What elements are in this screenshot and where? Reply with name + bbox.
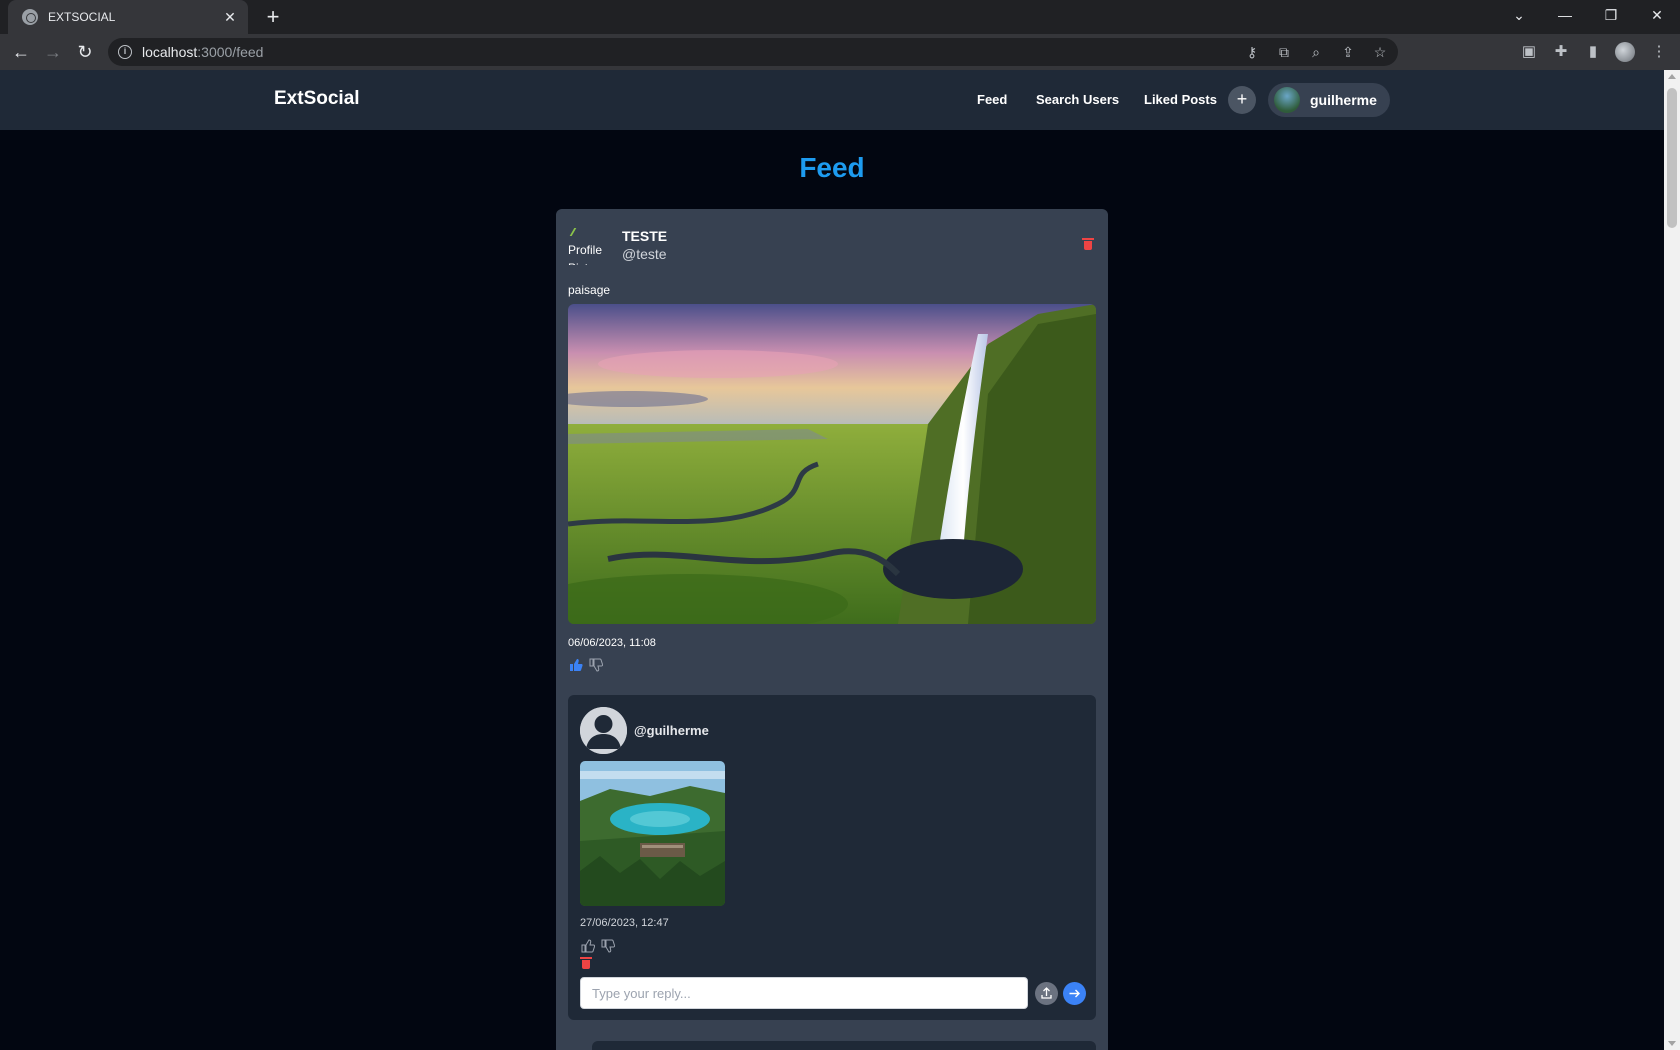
browser-tab[interactable]: EXTSOCIAL ✕ [8,0,248,34]
send-reply-button[interactable] [1063,982,1086,1005]
browser-toolbar: ← → ↻ i localhost:3000/feed ⚷ ⧉ ⌕ ⇪ ☆ ▣ … [0,34,1680,70]
info-icon[interactable]: i [118,45,132,59]
nav-search-users[interactable]: Search Users [1036,92,1119,107]
app-header: ExtSocial Feed Search Users Liked Posts … [0,70,1664,130]
reply-input[interactable] [580,977,1028,1009]
brand-logo[interactable]: ExtSocial [274,88,360,110]
add-post-button[interactable]: + [1228,86,1256,114]
delete-post-icon[interactable] [1082,238,1094,250]
forward-icon[interactable]: → [40,39,66,65]
side-panel-icon[interactable]: ▮ [1582,41,1604,63]
back-icon[interactable]: ← [8,39,34,65]
nav-liked-posts[interactable]: Liked Posts [1144,92,1217,107]
nested-reply-card [592,1041,1096,1050]
reply-timestamp: 27/06/2023, 12:47 [580,917,669,929]
menu-dots-icon[interactable]: ⋮ [1648,41,1670,63]
extension-app-icon[interactable]: ▣ [1518,41,1540,63]
close-tab-icon[interactable]: ✕ [222,9,238,26]
thumbs-down-icon[interactable] [589,658,603,672]
post-text: paisage [568,283,611,297]
arrow-right-icon [1069,989,1080,998]
share-icon[interactable]: ⇪ [1338,42,1358,62]
close-window-icon[interactable]: ✕ [1634,0,1680,30]
reload-icon[interactable]: ↻ [72,39,98,65]
post-card: Profile Picture TESTE @teste paisage [556,209,1108,1050]
reply-author-handle[interactable]: @guilherme [634,723,709,738]
browser-profile-avatar[interactable] [1615,42,1635,62]
post-image[interactable] [568,304,1096,624]
url-path: :3000/feed [197,44,264,60]
upload-button[interactable] [1035,982,1058,1005]
tab-title: EXTSOCIAL [48,10,116,24]
profile-picture-alt: Profile Picture [568,243,605,265]
new-tab-button[interactable]: + [260,4,286,30]
page-viewport: ExtSocial Feed Search Users Liked Posts … [0,70,1664,1050]
lake-landscape-image [580,761,725,906]
scroll-up-arrow-icon[interactable] [1668,74,1676,79]
puzzle-icon[interactable]: ✚ [1550,41,1572,63]
avatar[interactable] [580,707,627,754]
key-icon[interactable]: ⚷ [1242,42,1262,62]
broken-image-icon [569,228,585,236]
url-host: localhost [142,44,198,60]
upload-icon [1041,987,1052,999]
reply-card: @guilherme 27/06/2023, 12:47 [568,695,1096,1020]
thumbs-up-icon[interactable] [569,658,583,672]
post-author-handle[interactable]: @teste [622,246,667,262]
reply-image[interactable] [580,761,725,906]
post-timestamp: 06/06/2023, 11:08 [568,637,656,649]
profile-picture[interactable]: Profile Picture [568,223,608,265]
zoom-icon[interactable]: ⌕ [1306,42,1326,62]
bookmark-star-icon[interactable]: ☆ [1370,42,1390,62]
thumbs-up-icon[interactable] [581,939,595,953]
minimize-icon[interactable]: — [1542,0,1588,30]
thumbs-down-icon[interactable] [601,939,615,953]
restore-icon[interactable]: ❐ [1588,0,1634,30]
scrollbar-thumb[interactable] [1667,88,1677,228]
page-scrollbar[interactable] [1664,70,1680,1050]
user-name: guilherme [1310,92,1377,108]
nav-feed[interactable]: Feed [977,92,1007,107]
globe-icon [22,9,38,25]
address-bar[interactable]: i localhost:3000/feed ⚷ ⧉ ⌕ ⇪ ☆ [108,38,1398,66]
scroll-down-arrow-icon[interactable] [1668,1041,1676,1046]
delete-reply-icon[interactable] [580,957,592,969]
page-title: Feed [799,152,865,183]
waterfall-landscape-image [568,304,1096,624]
post-author-name[interactable]: TESTE [622,228,667,244]
avatar [1274,87,1300,113]
user-placeholder-icon [580,707,627,754]
translate-icon[interactable]: ⧉ [1274,42,1294,62]
browser-tabbar: EXTSOCIAL ✕ + ⌄ — ❐ ✕ [0,0,1680,34]
user-menu-button[interactable]: guilherme [1268,83,1390,117]
tab-search-icon[interactable]: ⌄ [1496,0,1542,30]
